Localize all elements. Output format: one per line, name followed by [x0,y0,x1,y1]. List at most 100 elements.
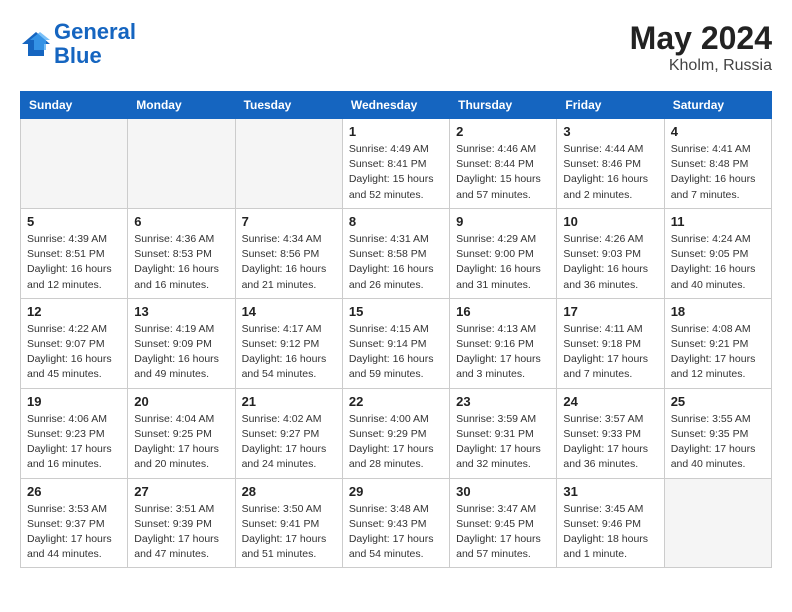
day-info: Sunrise: 4:24 AMSunset: 9:05 PMDaylight:… [671,232,765,293]
calendar-cell: 24 Sunrise: 3:57 AMSunset: 9:33 PMDayligh… [557,388,664,478]
calendar-cell: 21 Sunrise: 4:02 AMSunset: 9:27 PMDayligh… [235,388,342,478]
day-info: Sunrise: 4:17 AMSunset: 9:12 PMDaylight:… [242,322,336,383]
day-number: 1 [349,124,443,139]
calendar-cell: 3Sunrise: 4:44 AMSunset: 8:46 PMDaylight… [557,119,664,209]
day-number: 7 [242,214,336,229]
day-number: 31 [563,484,657,499]
day-info: Sunrise: 3:55 AMSunset: 9:35 PMDaylight:… [671,412,765,473]
calendar-cell [128,119,235,209]
day-number: 15 [349,304,443,319]
day-number: 11 [671,214,765,229]
logo-icon [20,30,52,58]
calendar-cell: 13 Sunrise: 4:19 AMSunset: 9:09 PMDayligh… [128,298,235,388]
weekday-header: Tuesday [235,92,342,119]
day-number: 4 [671,124,765,139]
day-number: 19 [27,394,121,409]
day-info: Sunrise: 4:26 AMSunset: 9:03 PMDaylight:… [563,232,657,293]
day-number: 6 [134,214,228,229]
day-info: Sunrise: 3:48 AMSunset: 9:43 PMDaylight:… [349,502,443,563]
day-info: Sunrise: 4:34 AMSunset: 8:56 PMDaylight:… [242,232,336,293]
calendar-cell: 27 Sunrise: 3:51 AMSunset: 9:39 PMDayligh… [128,478,235,568]
calendar-cell: 16Sunrise: 4:13 AMSunset: 9:16 PMDayligh… [450,298,557,388]
day-number: 8 [349,214,443,229]
weekday-header: Saturday [664,92,771,119]
calendar-cell: 26 Sunrise: 3:53 AMSunset: 9:37 PMDayligh… [21,478,128,568]
day-info: Sunrise: 4:44 AMSunset: 8:46 PMDaylight:… [563,142,657,203]
calendar-cell: 1 Sunrise: 4:49 AMSunset: 8:41 PMDaylight… [342,119,449,209]
day-number: 20 [134,394,228,409]
day-number: 9 [456,214,550,229]
day-number: 28 [242,484,336,499]
day-info: Sunrise: 4:06 AMSunset: 9:23 PMDaylight:… [27,412,121,473]
day-info: Sunrise: 4:41 AMSunset: 8:48 PMDaylight:… [671,142,765,203]
day-number: 14 [242,304,336,319]
calendar-cell: 29 Sunrise: 3:48 AMSunset: 9:43 PMDayligh… [342,478,449,568]
calendar-cell: 4 Sunrise: 4:41 AMSunset: 8:48 PMDaylight… [664,119,771,209]
calendar-week-row: 19 Sunrise: 4:06 AMSunset: 9:23 PMDayligh… [21,388,772,478]
day-info: Sunrise: 3:53 AMSunset: 9:37 PMDaylight:… [27,502,121,563]
day-info: Sunrise: 4:13 AMSunset: 9:16 PMDaylight:… [456,322,550,383]
calendar-cell: 22 Sunrise: 4:00 AMSunset: 9:29 PMDayligh… [342,388,449,478]
day-number: 25 [671,394,765,409]
day-info: Sunrise: 4:02 AMSunset: 9:27 PMDaylight:… [242,412,336,473]
calendar-cell: 5 Sunrise: 4:39 AMSunset: 8:51 PMDaylight… [21,208,128,298]
day-number: 24 [563,394,657,409]
day-info: Sunrise: 4:04 AMSunset: 9:25 PMDaylight:… [134,412,228,473]
calendar-cell: 28Sunrise: 3:50 AMSunset: 9:41 PMDayligh… [235,478,342,568]
logo-text: General Blue [54,20,136,68]
day-info: Sunrise: 4:22 AMSunset: 9:07 PMDaylight:… [27,322,121,383]
calendar-week-row: 5 Sunrise: 4:39 AMSunset: 8:51 PMDaylight… [21,208,772,298]
calendar-week-row: 1 Sunrise: 4:49 AMSunset: 8:41 PMDaylight… [21,119,772,209]
day-info: Sunrise: 4:31 AMSunset: 8:58 PMDaylight:… [349,232,443,293]
day-number: 5 [27,214,121,229]
day-number: 22 [349,394,443,409]
day-info: Sunrise: 4:49 AMSunset: 8:41 PMDaylight:… [349,142,443,203]
day-info: Sunrise: 4:46 AMSunset: 8:44 PMDaylight:… [456,142,550,203]
day-number: 26 [27,484,121,499]
day-number: 21 [242,394,336,409]
page-header: General Blue May 2024 Kholm, Russia [20,20,772,75]
calendar-body: 1 Sunrise: 4:49 AMSunset: 8:41 PMDaylight… [21,119,772,568]
calendar-cell: 30 Sunrise: 3:47 AMSunset: 9:45 PMDayligh… [450,478,557,568]
day-info: Sunrise: 3:47 AMSunset: 9:45 PMDaylight:… [456,502,550,563]
calendar-cell [664,478,771,568]
day-number: 30 [456,484,550,499]
month-year: May 2024 [630,20,772,57]
calendar-cell: 23Sunrise: 3:59 AMSunset: 9:31 PMDayligh… [450,388,557,478]
calendar-cell [21,119,128,209]
day-number: 17 [563,304,657,319]
day-number: 27 [134,484,228,499]
calendar-cell: 10 Sunrise: 4:26 AMSunset: 9:03 PMDayligh… [557,208,664,298]
calendar-cell: 9Sunrise: 4:29 AMSunset: 9:00 PMDaylight… [450,208,557,298]
calendar-cell: 14 Sunrise: 4:17 AMSunset: 9:12 PMDayligh… [235,298,342,388]
calendar-header-row: SundayMondayTuesdayWednesdayThursdayFrid… [21,92,772,119]
calendar-cell: 11 Sunrise: 4:24 AMSunset: 9:05 PMDayligh… [664,208,771,298]
day-info: Sunrise: 4:19 AMSunset: 9:09 PMDaylight:… [134,322,228,383]
weekday-header: Wednesday [342,92,449,119]
calendar-cell: 25 Sunrise: 3:55 AMSunset: 9:35 PMDayligh… [664,388,771,478]
day-info: Sunrise: 4:11 AMSunset: 9:18 PMDaylight:… [563,322,657,383]
day-info: Sunrise: 4:08 AMSunset: 9:21 PMDaylight:… [671,322,765,383]
day-number: 12 [27,304,121,319]
calendar-cell: 17 Sunrise: 4:11 AMSunset: 9:18 PMDayligh… [557,298,664,388]
weekday-header: Monday [128,92,235,119]
calendar-cell: 18Sunrise: 4:08 AMSunset: 9:21 PMDayligh… [664,298,771,388]
day-number: 2 [456,124,550,139]
day-number: 29 [349,484,443,499]
day-info: Sunrise: 4:15 AMSunset: 9:14 PMDaylight:… [349,322,443,383]
day-info: Sunrise: 3:51 AMSunset: 9:39 PMDaylight:… [134,502,228,563]
calendar-cell: 7 Sunrise: 4:34 AMSunset: 8:56 PMDaylight… [235,208,342,298]
day-info: Sunrise: 3:45 AMSunset: 9:46 PMDaylight:… [563,502,657,563]
location: Kholm, Russia [630,57,772,75]
day-number: 13 [134,304,228,319]
weekday-header: Thursday [450,92,557,119]
logo: General Blue [20,20,136,68]
calendar-cell: 20 Sunrise: 4:04 AMSunset: 9:25 PMDayligh… [128,388,235,478]
calendar: SundayMondayTuesdayWednesdayThursdayFrid… [20,91,772,568]
calendar-cell: 12 Sunrise: 4:22 AMSunset: 9:07 PMDayligh… [21,298,128,388]
day-info: Sunrise: 4:00 AMSunset: 9:29 PMDaylight:… [349,412,443,473]
day-info: Sunrise: 3:57 AMSunset: 9:33 PMDaylight:… [563,412,657,473]
calendar-cell: 15 Sunrise: 4:15 AMSunset: 9:14 PMDayligh… [342,298,449,388]
day-number: 10 [563,214,657,229]
day-info: Sunrise: 4:39 AMSunset: 8:51 PMDaylight:… [27,232,121,293]
